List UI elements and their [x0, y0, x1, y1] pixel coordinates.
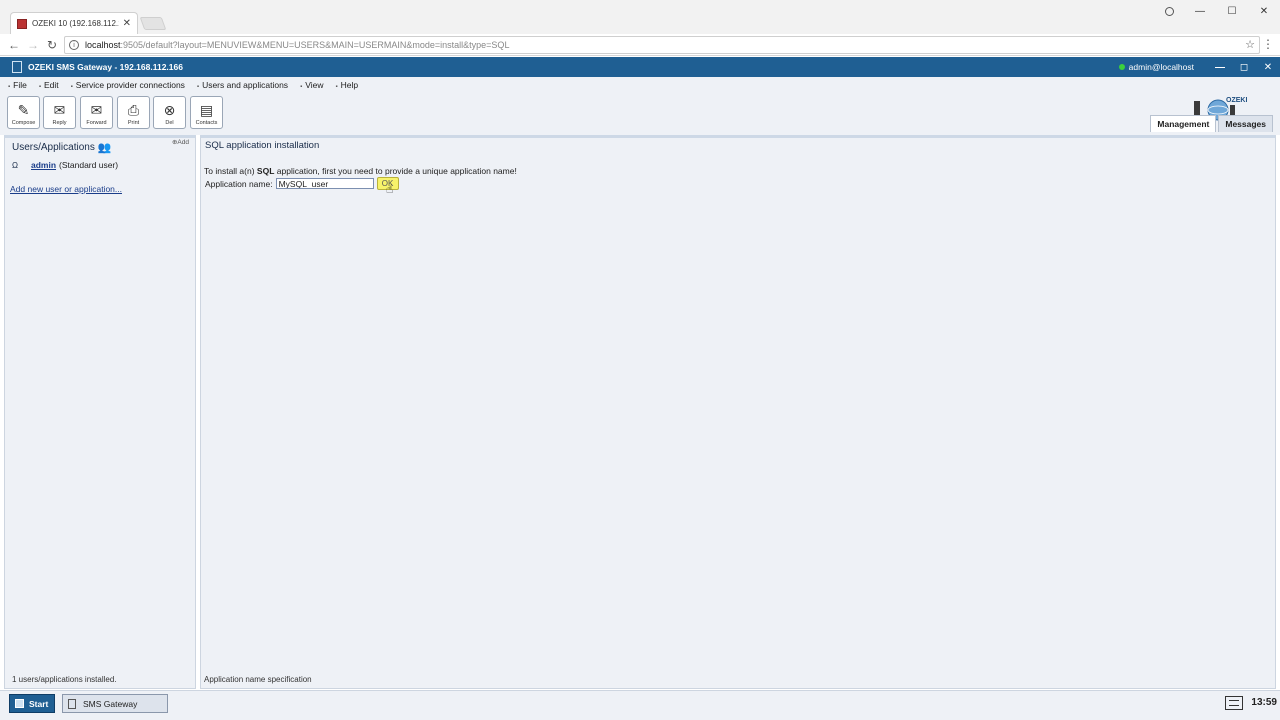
url-path: :9505/default?layout=MENUVIEW&MENU=USERS…	[120, 40, 510, 50]
window-controls: — ☐ ✕	[1160, 0, 1280, 22]
tab-close-icon[interactable]: ✕	[123, 18, 131, 29]
reply-label: Reply	[52, 120, 67, 126]
users-panel-title-text: Users/Applications	[12, 142, 95, 153]
compose-button[interactable]: ✎ Compose	[7, 96, 40, 129]
back-icon[interactable]: ←	[6, 37, 22, 53]
bookmark-star-icon[interactable]: ☆	[1245, 38, 1255, 51]
main-panel: SQL application installation To install …	[200, 135, 1276, 689]
info-post: application, first you need to provide a…	[274, 166, 517, 176]
list-item: Ω admin (Standard user)	[12, 160, 118, 170]
browser-menu-icon[interactable]: ⋮	[1262, 37, 1274, 51]
forward-nav-icon[interactable]: →	[25, 37, 41, 53]
profile-icon[interactable]	[1160, 0, 1178, 22]
app-titlebar: OZEKI SMS Gateway - 192.168.112.166 admi…	[0, 57, 1280, 77]
application-name-form: Application name: OK	[205, 177, 399, 190]
monitor-icon[interactable]	[1225, 696, 1243, 710]
minimize-icon[interactable]: —	[1184, 0, 1216, 22]
tab-management[interactable]: Management	[1150, 115, 1217, 132]
users-status: 1 users/applications installed.	[12, 675, 117, 684]
reply-button[interactable]: ✉ Reply	[43, 96, 76, 129]
start-icon	[15, 699, 24, 708]
menu-users-and-applications[interactable]: Users and applications	[197, 80, 288, 90]
contacts-icon: ▤	[199, 102, 214, 118]
contacts-label: Contacts	[195, 120, 218, 126]
delete-label: Del	[165, 120, 174, 126]
app-icon	[12, 61, 22, 73]
reload-icon[interactable]: ↻	[44, 37, 60, 53]
delete-icon: ⊗	[163, 102, 176, 118]
users-applications-panel: Users/Applications 👥 ⊕Add Ω admin (Stand…	[4, 135, 196, 689]
user-admin-link[interactable]: admin	[31, 160, 56, 170]
users-panel-title: Users/Applications 👥	[12, 141, 112, 154]
compose-icon: ✎	[17, 102, 30, 118]
user-type: (Standard user)	[59, 160, 119, 170]
forward-icon: ✉	[90, 102, 103, 118]
info-pre: To install a(n)	[204, 166, 257, 176]
add-button[interactable]: ⊕Add	[172, 138, 189, 146]
url-host: localhost	[85, 40, 121, 50]
print-icon: ⎙	[127, 102, 140, 118]
page-title: SQL application installation	[205, 140, 320, 151]
forward-label: Forward	[86, 120, 107, 126]
print-label: Print	[127, 120, 140, 126]
maximize-icon[interactable]: ☐	[1216, 0, 1248, 22]
app-toolbar: ✎ Compose ✉ Reply ✉ Forward ⎙ Print ⊗ De…	[0, 93, 1280, 135]
contacts-button[interactable]: ▤ Contacts	[190, 96, 223, 129]
logged-user[interactable]: admin@localhost	[1129, 62, 1194, 72]
view-tabs: Management Messages	[1148, 115, 1273, 132]
tab-messages[interactable]: Messages	[1218, 115, 1273, 132]
menu-view[interactable]: View	[300, 80, 323, 90]
task-label: SMS Gateway	[83, 698, 138, 709]
browser-tab[interactable]: OZEKI 10 (192.168.112.1€ ✕	[10, 12, 138, 34]
browser-toolbar: ← → ↻ i localhost:9505/default?layout=ME…	[0, 34, 1280, 56]
menu-file[interactable]: File	[8, 80, 27, 90]
add-new-user-link[interactable]: Add new user or application...	[10, 184, 122, 194]
app-close-icon[interactable]: ✕	[1256, 62, 1280, 73]
app-menubar: File Edit Service provider connections U…	[0, 77, 1280, 93]
user-icon: Ω	[12, 160, 18, 170]
users-icon: 👥	[97, 142, 112, 154]
app-maximize-icon[interactable]: ◻	[1232, 62, 1256, 73]
start-label: Start	[29, 698, 49, 709]
browser-tabstrip: OZEKI 10 (192.168.112.1€ ✕ — ☐ ✕	[0, 0, 1280, 34]
delete-button[interactable]: ⊗ Del	[153, 96, 186, 129]
tab-title: OZEKI 10 (192.168.112.1€	[32, 19, 119, 28]
sms-gateway-task-button[interactable]: SMS Gateway	[62, 694, 168, 713]
close-window-icon[interactable]: ✕	[1248, 0, 1280, 22]
reply-icon: ✉	[53, 102, 66, 118]
compose-label: Compose	[11, 120, 36, 126]
print-button[interactable]: ⎙ Print	[117, 96, 150, 129]
add-label: Add	[177, 139, 189, 146]
address-bar[interactable]: i localhost:9505/default?layout=MENUVIEW…	[64, 36, 1260, 54]
menu-help[interactable]: Help	[335, 80, 358, 90]
app-title: OZEKI SMS Gateway - 192.168.112.166	[28, 62, 183, 72]
info-bold: SQL	[256, 166, 275, 176]
application-name-label: Application name:	[205, 178, 273, 189]
app-minimize-icon[interactable]: —	[1208, 62, 1232, 73]
ozeki-favicon-icon	[17, 18, 27, 29]
new-tab-button[interactable]	[139, 17, 167, 30]
forward-button[interactable]: ✉ Forward	[80, 96, 113, 129]
install-instructions: To install a(n) SQL application, first y…	[204, 166, 517, 176]
main-status: Application name specification	[204, 675, 312, 684]
app-taskbar: Start SMS Gateway 13:59	[0, 690, 1280, 720]
menu-edit[interactable]: Edit	[39, 80, 59, 90]
logo-text: OZEKI	[1226, 97, 1247, 104]
application-name-input[interactable]	[275, 178, 374, 189]
start-button[interactable]: Start	[9, 694, 55, 713]
sms-gateway-icon	[68, 698, 76, 709]
menu-service-provider-connections[interactable]: Service provider connections	[71, 80, 185, 90]
clock: 13:59	[1251, 697, 1277, 708]
online-status-icon	[1118, 64, 1125, 70]
hand-cursor-icon: ☝	[386, 182, 394, 196]
info-icon[interactable]: i	[69, 40, 79, 50]
